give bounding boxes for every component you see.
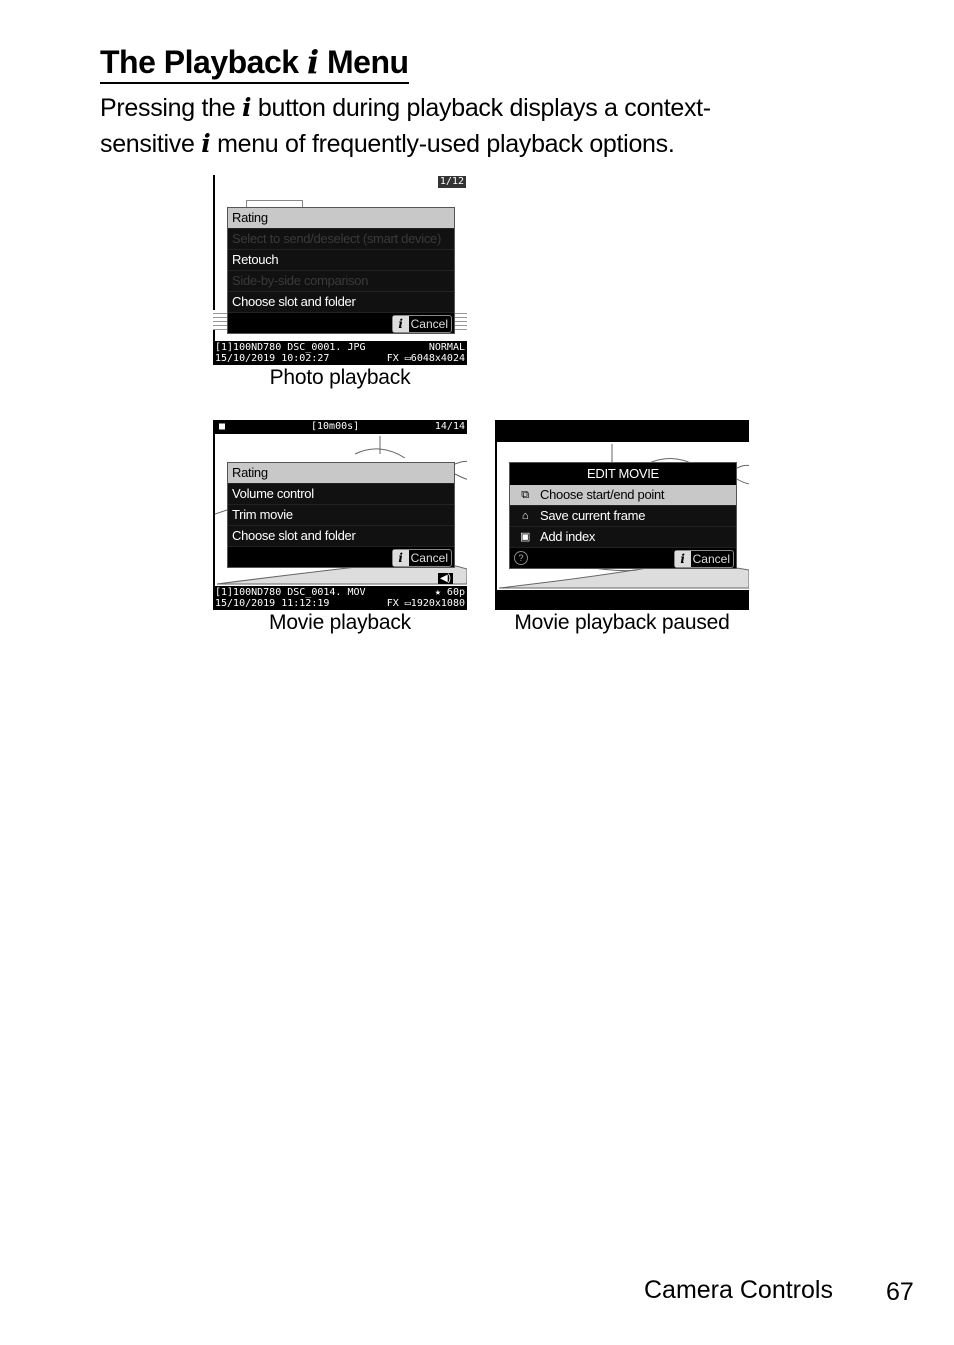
intro-paragraph: Pressing the i button during playback di…	[100, 90, 860, 162]
image-quality: NORMAL	[428, 342, 465, 353]
photo-playback-screen: 1/12 Rating Select to send/deselect (sma…	[213, 175, 467, 365]
menu-item-trim-movie[interactable]: Trim movie	[228, 505, 454, 526]
title-text-pre: The Playback	[100, 44, 307, 80]
cancel-label: Cancel	[692, 552, 730, 566]
intro-text: sensitive	[100, 130, 202, 158]
menu-item-label: Add index	[540, 529, 596, 544]
playback-i-menu: Rating Volume control Trim movie Choose …	[227, 462, 455, 568]
cancel-label: Cancel	[410, 317, 448, 331]
menu-item-rating[interactable]: Rating	[228, 463, 454, 484]
help-icon[interactable]: ?	[514, 551, 528, 565]
caption-movie-playback: Movie playback	[269, 611, 411, 634]
movie-duration: [10m00s]	[311, 421, 360, 432]
edit-movie-menu: EDIT MOVIE ⧉ Choose start/end point ⌂ Sa…	[509, 462, 737, 569]
index-icon: ▣	[519, 531, 531, 543]
movie-counter: 14/14	[434, 421, 465, 432]
movie-paused-screen: EDIT MOVIE ⧉ Choose start/end point ⌂ Sa…	[495, 420, 749, 610]
cancel-label: Cancel	[410, 551, 448, 565]
file-info: [1]100ND780 DSC_0014. MOV	[215, 587, 366, 598]
save-frame-icon: ⌂	[521, 510, 529, 522]
movie-camera-icon: ■	[219, 421, 226, 432]
date-time: 15/10/2019 11:12:19	[215, 598, 330, 609]
menu-item-add-index[interactable]: ▣ Add index	[510, 527, 736, 548]
movie-top-bar: ■ [10m00s] 14/14	[213, 420, 467, 434]
page-title: The Playback i Menu	[100, 42, 409, 84]
movie-playback-screen: ■ [10m00s] 14/14 Rating Volume control T…	[213, 420, 467, 610]
menu-item-retouch[interactable]: Retouch	[228, 250, 454, 271]
intro-text: menu of frequently-used playback options…	[210, 130, 675, 158]
trim-icon: ⧉	[521, 489, 529, 501]
cancel-button[interactable]: i Cancel	[391, 549, 452, 567]
edit-movie-title: EDIT MOVIE	[587, 466, 659, 481]
i-button-icon: i	[674, 551, 691, 567]
movie-info-bar: [1]100ND780 DSC_0014. MOV ★ 60p 15/10/201…	[213, 586, 467, 610]
date-time: 15/10/2019 10:02:27	[215, 353, 330, 364]
menu-item-choose-slot[interactable]: Choose slot and folder	[228, 292, 454, 313]
menu-item-save-current-frame[interactable]: ⌂ Save current frame	[510, 506, 736, 527]
i-button-icon: i	[392, 316, 409, 332]
cancel-button[interactable]: i Cancel	[673, 550, 734, 568]
i-button-icon: i	[392, 550, 409, 566]
i-button-icon: i	[242, 93, 252, 122]
menu-item-side-by-side[interactable]: Side-by-side comparison	[228, 271, 454, 292]
menu-item-label: Choose start/end point	[540, 487, 665, 502]
menu-item-rating[interactable]: Rating	[228, 208, 454, 229]
frame-rate: ★ 60p	[434, 587, 465, 598]
caption-photo-playback: Photo playback	[269, 366, 411, 389]
intro-text: button during playback displays a contex…	[251, 94, 711, 122]
menu-item-select-to-send[interactable]: Select to send/deselect (smart device)	[228, 229, 454, 250]
image-size: FX ▭6048x4024	[386, 353, 465, 364]
intro-text: Pressing the	[100, 94, 243, 122]
i-button-icon: i	[306, 43, 319, 81]
speaker-icon: ◀)	[437, 573, 453, 584]
frame-size: FX ▭1920x1080	[386, 598, 465, 609]
caption-movie-paused: Movie playback paused	[514, 611, 730, 634]
image-counter: 1/12	[437, 176, 466, 188]
file-info: [1]100ND780 DSC_0001. JPG	[215, 342, 366, 353]
menu-item-label: Save current frame	[540, 508, 646, 523]
footer-section-title: Camera Controls	[644, 1276, 833, 1304]
menu-item-choose-start-end[interactable]: ⧉ Choose start/end point	[510, 485, 736, 506]
cancel-button[interactable]: i Cancel	[391, 315, 452, 333]
page-number: 67	[886, 1278, 914, 1306]
title-text-post: Menu	[318, 44, 409, 80]
playback-i-menu: Rating Select to send/deselect (smart de…	[227, 207, 455, 334]
photo-info-bar: [1]100ND780 DSC_0001. JPG NORMAL 15/10/20…	[213, 341, 467, 365]
menu-item-choose-slot[interactable]: Choose slot and folder	[228, 526, 454, 547]
menu-item-volume-control[interactable]: Volume control	[228, 484, 454, 505]
